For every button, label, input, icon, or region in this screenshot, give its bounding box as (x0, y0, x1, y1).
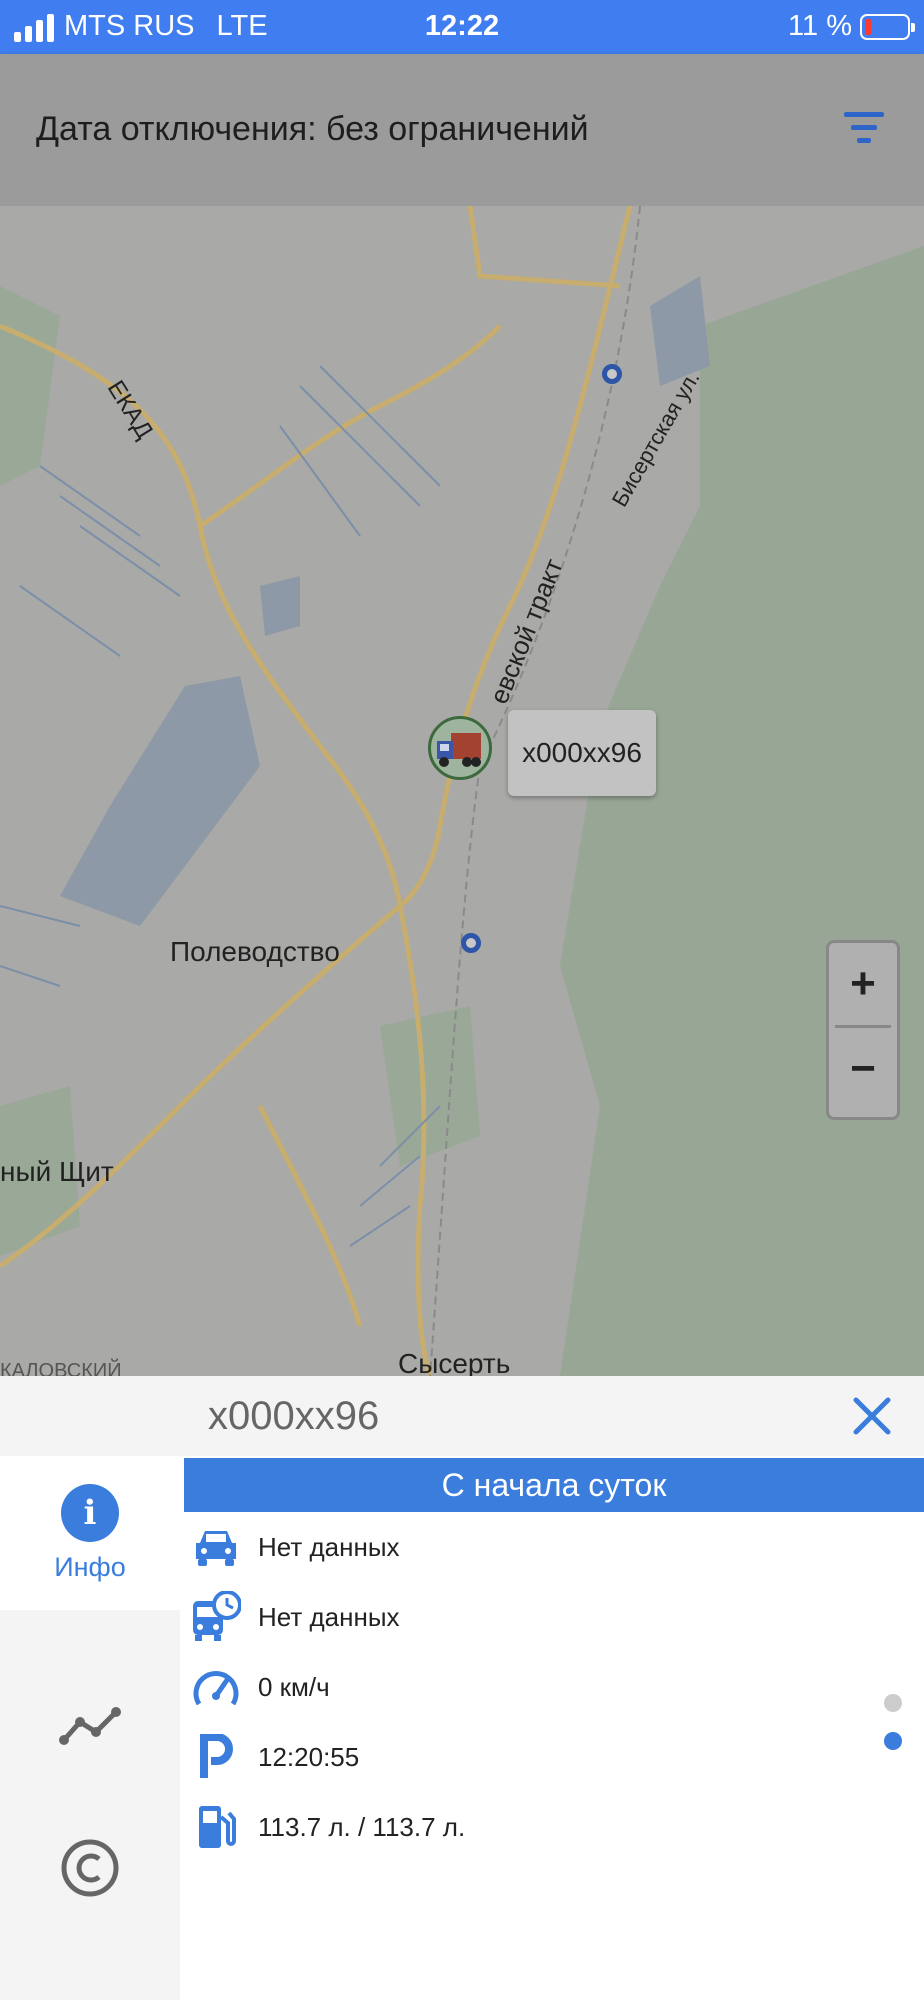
zoom-control: + − (826, 940, 900, 1120)
info-row-text: Нет данных (258, 1601, 400, 1632)
map-label-shchit: ный Щит (0, 1156, 114, 1187)
map-point-marker[interactable] (461, 933, 481, 953)
truck-icon (437, 733, 481, 767)
info-row-text: Нет данных (258, 1531, 400, 1562)
map-view[interactable]: ЕКАД Бисертская ул. евской тракт Полевод… (0, 206, 924, 1376)
app-header: Дата отключения: без ограничений (0, 54, 924, 206)
info-row: Нет данных (184, 1512, 924, 1582)
status-bar: MTS RUS LTE 12:22 11 % (0, 0, 924, 54)
info-icon: i (61, 1483, 119, 1542)
filter-icon[interactable] (844, 112, 884, 148)
panel-side-nav: i Инфо (0, 1376, 180, 2000)
map-point-marker[interactable] (602, 364, 622, 384)
info-row: 12:20:55 (184, 1722, 924, 1792)
vehicle-marker[interactable] (428, 716, 492, 780)
car-icon (184, 1527, 248, 1567)
info-row-text: 0 км/ч (258, 1671, 330, 1702)
map-background (0, 206, 924, 1376)
close-icon[interactable] (850, 1394, 894, 1438)
zoom-out-button[interactable]: − (829, 1028, 897, 1110)
map-label-polevodstvo: Полеводство (170, 936, 340, 967)
vehicle-popup[interactable]: х000хх96 (508, 710, 656, 796)
info-rows: Нет данных Нет данных 0 км/ч 12:20:55 11… (184, 1512, 924, 1862)
map-label-sysert: Сысерть (398, 1348, 511, 1376)
nav-tab-info[interactable]: i Инфо (0, 1456, 180, 1610)
section-title: С начала суток (184, 1458, 924, 1512)
vehicle-info-panel: i Инфо х000хх96 С начала суток Нет данны… (0, 1376, 924, 2000)
info-row: Нет данных (184, 1582, 924, 1652)
bus-clock-icon (184, 1591, 248, 1643)
parking-icon (184, 1734, 248, 1780)
info-row-text: 113.7 л. / 113.7 л. (258, 1811, 466, 1842)
page-dot[interactable] (884, 1694, 902, 1712)
page-indicator (884, 1694, 902, 1770)
page-title: Дата отключения: без ограничений (36, 110, 589, 148)
nav-tab-track[interactable] (0, 1666, 180, 1786)
map-label-kalinovsky: КАЛОВСКИЙ (0, 1360, 122, 1376)
info-row: 0 км/ч (184, 1652, 924, 1722)
battery-percent: 11 % (788, 10, 852, 42)
fuel-icon (184, 1803, 248, 1851)
page-dot-active[interactable] (884, 1732, 902, 1750)
track-chart-icon (59, 1707, 121, 1745)
battery-icon (860, 13, 915, 40)
speedometer-icon (184, 1666, 248, 1708)
info-row-text: 12:20:55 (258, 1741, 360, 1772)
copyright-icon (61, 1839, 119, 1897)
nav-tab-info-label: Инфо (54, 1551, 126, 1582)
info-row: 113.7 л. / 113.7 л. (184, 1792, 924, 1862)
status-right: 11 % (788, 10, 915, 43)
clock: 12:22 (424, 10, 500, 42)
zoom-in-button[interactable]: + (829, 943, 897, 1025)
nav-tab-copyright[interactable] (0, 1808, 180, 1928)
panel-header: х000хх96 (180, 1376, 924, 1456)
vehicle-name: х000хх96 (208, 1394, 380, 1438)
